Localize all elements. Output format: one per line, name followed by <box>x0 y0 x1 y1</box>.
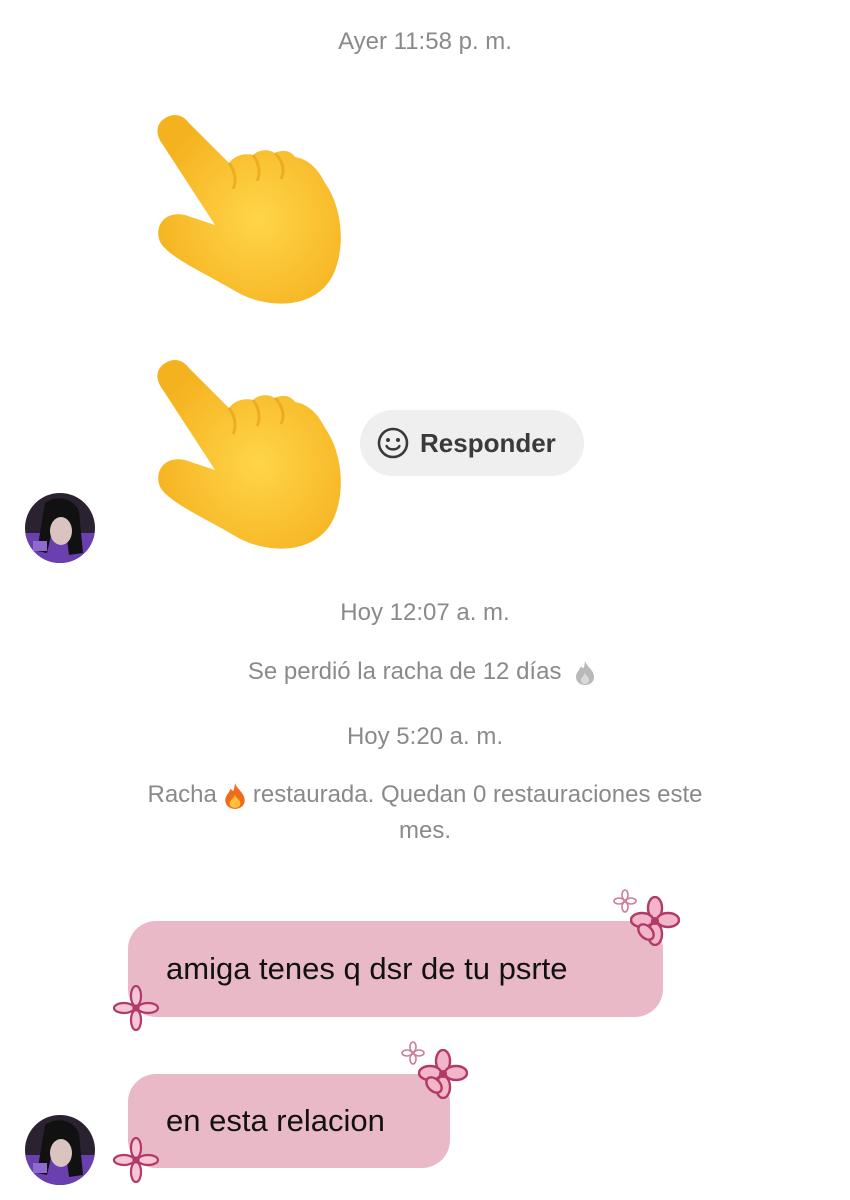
timestamp: Ayer 11:58 p. m. <box>338 28 512 55</box>
streak-lost-text: Se perdió la racha de 12 días <box>247 658 562 685</box>
smiley-icon <box>377 427 409 459</box>
flower-sticker-icon <box>418 1049 468 1099</box>
message-bubble[interactable]: amiga tenes q dsr de tu psrte <box>128 921 663 1017</box>
streak-restored-text: restaurada. Quedan 0 restauraciones este <box>252 781 703 808</box>
timestamp: Hoy 5:20 a. m. <box>346 723 504 750</box>
message-text: en esta relacion <box>166 1103 385 1138</box>
streak-restored-text-line2: mes. <box>398 817 451 844</box>
pointing-hand-emoji[interactable] <box>145 105 345 315</box>
pointing-hand-emoji[interactable] <box>145 350 345 560</box>
flower-sticker-icon <box>630 896 680 946</box>
flower-sticker-icon <box>113 1137 159 1183</box>
fire-icon <box>225 782 245 809</box>
fire-icon <box>576 660 595 685</box>
flower-sticker-icon <box>113 985 159 1031</box>
streak-restored-prefix: Racha <box>147 781 217 808</box>
reply-button[interactable]: Responder <box>360 410 584 476</box>
streak-lost-notice: Se perdió la racha de 12 días <box>0 654 850 690</box>
message-text: amiga tenes q dsr de tu psrte <box>166 951 568 986</box>
avatar[interactable] <box>25 493 95 563</box>
avatar[interactable] <box>25 1115 95 1185</box>
reply-label: Responder <box>420 427 556 458</box>
message-bubble[interactable]: en esta relacion <box>128 1074 450 1168</box>
streak-restored-notice: Racha restaurada. Quedan 0 restauracione… <box>110 777 740 849</box>
timestamp: Hoy 12:07 a. m. <box>340 599 510 626</box>
